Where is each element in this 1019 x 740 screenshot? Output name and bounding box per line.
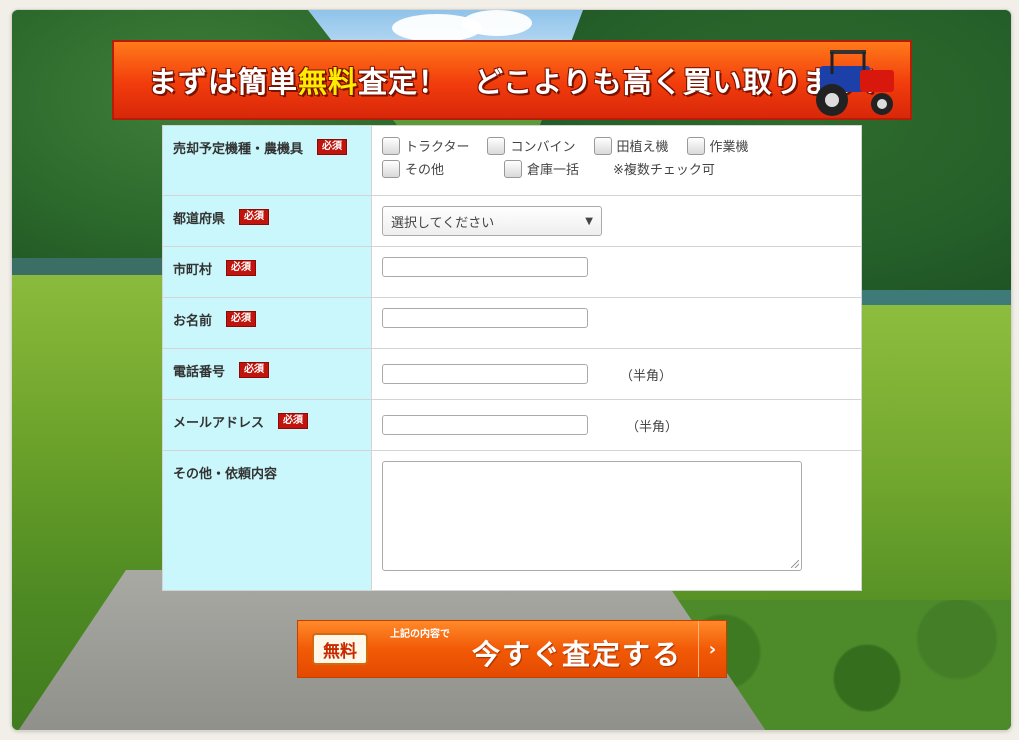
hero-banner: まずは簡単無料査定！ どこよりも高く買い取ります！ <box>112 40 912 120</box>
submit-button[interactable]: 無料 上記の内容で 今すぐ査定する › <box>297 620 727 678</box>
email-label-cell: メールアドレス 必須 <box>163 400 372 450</box>
banner-text-part: まずは簡単 <box>148 65 299 99</box>
city-label-cell: 市町村 必須 <box>163 247 372 297</box>
email-label: メールアドレス <box>173 416 265 431</box>
name-input[interactable] <box>382 308 588 328</box>
resize-grip-icon[interactable] <box>791 560 799 568</box>
prefecture-select-value: 選択してください <box>391 215 495 231</box>
checkbox-box[interactable] <box>504 159 523 178</box>
form-row-phone: 電話番号 必須 （半角） <box>163 349 861 400</box>
checkbox-other[interactable]: その他 <box>382 159 444 178</box>
checkbox-box[interactable] <box>593 136 612 155</box>
prefecture-label: 都道府県 <box>173 212 226 227</box>
phone-hint: （半角） <box>620 368 673 384</box>
free-badge: 無料 <box>312 633 368 665</box>
required-badge: 必須 <box>239 362 270 378</box>
form-row-name: お名前 必須 <box>163 298 861 349</box>
chevron-right-icon: › <box>698 621 726 677</box>
prefecture-label-cell: 都道府県 必須 <box>163 196 372 246</box>
phone-label-cell: 電話番号 必須 <box>163 349 372 399</box>
email-hint: （半角） <box>626 419 679 435</box>
submit-label: 今すぐ査定する <box>472 638 683 671</box>
form-row-prefecture: 都道府県 必須 選択してください ▼ <box>163 196 861 247</box>
chevron-down-icon: ▼ <box>585 215 593 227</box>
checkbox-box[interactable] <box>686 136 705 155</box>
other-label: その他・依頼内容 <box>173 467 278 482</box>
tractor-icon <box>816 50 894 116</box>
machine-label: 売却予定機種・農機具 <box>173 142 304 157</box>
name-label-cell: お名前 必須 <box>163 298 372 348</box>
prefecture-select[interactable]: 選択してください ▼ <box>382 206 602 236</box>
checkbox-label: 倉庫一括 <box>527 163 580 178</box>
checkbox-implement[interactable]: 作業機 <box>686 136 749 155</box>
required-badge: 必須 <box>239 209 270 225</box>
checkbox-combine[interactable]: コンバイン <box>487 136 576 155</box>
checkbox-box[interactable] <box>382 159 400 178</box>
banner-headline: まずは簡単無料査定！ どこよりも高く買い取ります！ <box>148 59 893 101</box>
city-label: 市町村 <box>173 263 213 278</box>
multi-check-note: ※複数チェック可 <box>613 163 715 178</box>
required-badge: 必須 <box>226 260 257 276</box>
phone-input[interactable] <box>382 364 588 384</box>
form-row-machine: 売却予定機種・農機具 必須 トラクター コンバイン 田植え機 作業機 その他 倉… <box>163 126 861 196</box>
email-input[interactable] <box>382 415 588 435</box>
required-badge: 必須 <box>317 139 348 155</box>
checkbox-box[interactable] <box>487 136 506 155</box>
machine-options: トラクター コンバイン 田植え機 作業機 その他 倉庫一括 ※複数チェック可 <box>372 126 861 195</box>
cloud <box>462 10 532 36</box>
other-textarea[interactable] <box>382 461 802 571</box>
submit-sub-label: 上記の内容で <box>390 629 450 640</box>
form-row-other: その他・依頼内容 <box>163 451 861 590</box>
form-row-email: メールアドレス 必須 （半角） <box>163 400 861 451</box>
checkbox-box[interactable] <box>382 136 400 155</box>
checkbox-label: トラクター <box>405 140 470 155</box>
city-input[interactable] <box>382 257 588 277</box>
appraisal-form: 売却予定機種・農機具 必須 トラクター コンバイン 田植え機 作業機 その他 倉… <box>162 125 862 591</box>
checkbox-label: コンバイン <box>510 140 576 155</box>
checkbox-rice-transplanter[interactable]: 田植え機 <box>593 136 669 155</box>
checkbox-label: 田植え機 <box>616 140 669 155</box>
checkbox-tractor[interactable]: トラクター <box>382 136 469 155</box>
required-badge: 必須 <box>226 311 257 327</box>
checkbox-label: 作業機 <box>709 140 749 155</box>
banner-text-part: 査定！ <box>358 65 449 99</box>
form-row-city: 市町村 必須 <box>163 247 861 298</box>
page-frame: まずは簡単無料査定！ どこよりも高く買い取ります！ 売却予定機種・農機具 必須 ト… <box>12 10 1011 730</box>
checkbox-warehouse-bulk[interactable]: 倉庫一括 <box>504 159 579 178</box>
checkbox-label: その他 <box>405 163 445 178</box>
name-label: お名前 <box>173 314 213 329</box>
banner-text-highlight: 無料 <box>298 65 359 99</box>
required-badge: 必須 <box>278 413 309 429</box>
submit-label-area: 上記の内容で 今すぐ査定する <box>382 621 698 677</box>
phone-label: 電話番号 <box>173 365 226 380</box>
other-label-cell: その他・依頼内容 <box>163 451 372 590</box>
machine-label-cell: 売却予定機種・農機具 必須 <box>163 126 372 195</box>
